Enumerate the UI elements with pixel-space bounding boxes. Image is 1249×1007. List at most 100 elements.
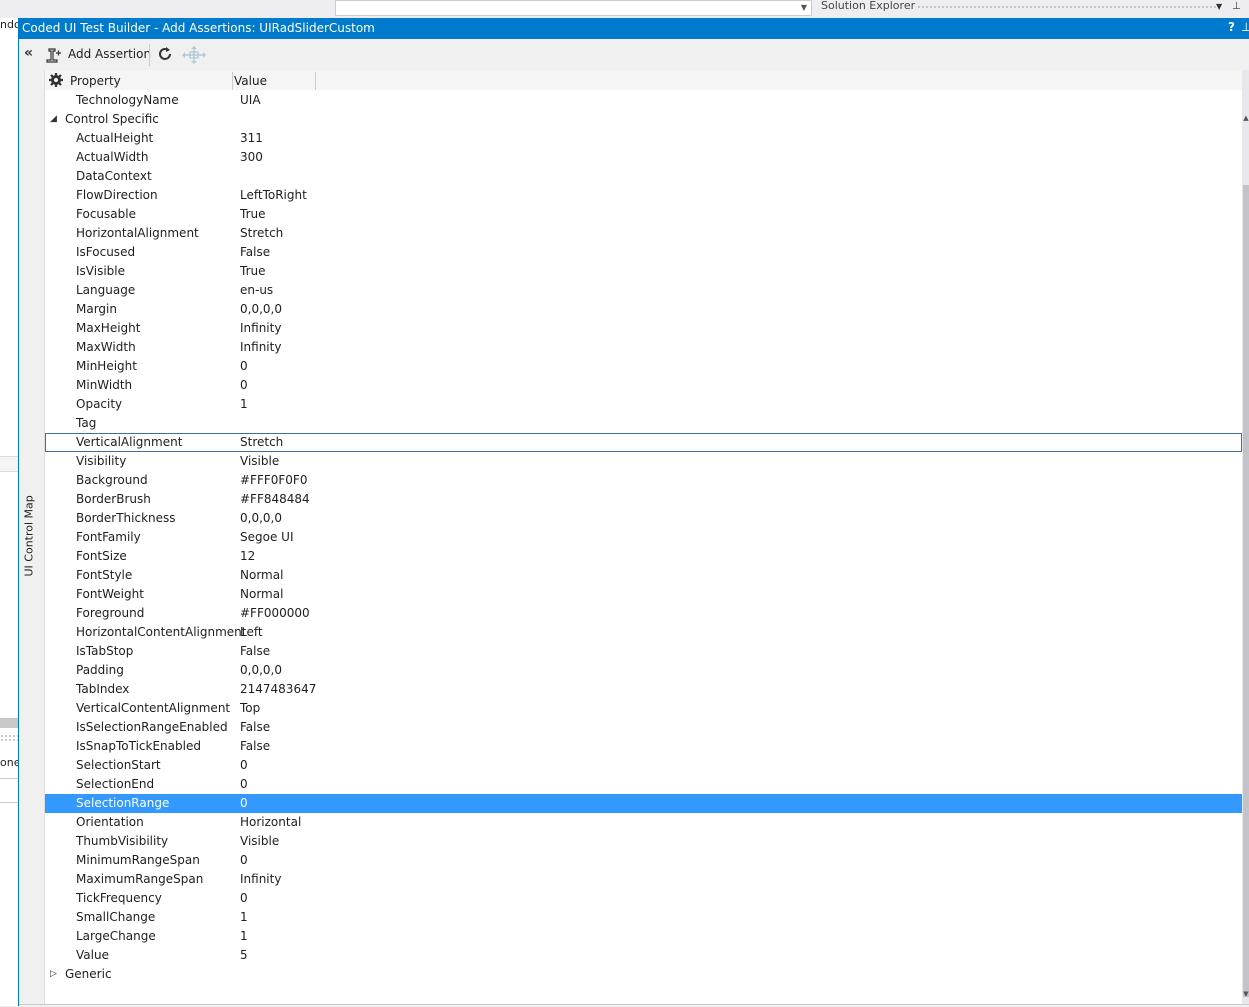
property-row[interactable]: MaxWidth Infinity bbox=[45, 338, 1242, 357]
property-row[interactable]: FontSize 12 bbox=[45, 547, 1242, 566]
property-row[interactable]: ActualHeight 311 bbox=[45, 129, 1242, 148]
expanded-triangle-icon[interactable]: ◢ bbox=[50, 110, 57, 128]
dialog-title-bar[interactable]: Coded UI Test Builder - Add Assertions: … bbox=[19, 18, 1249, 39]
property-row[interactable]: SelectionEnd 0 bbox=[45, 775, 1242, 794]
ui-control-map-tab[interactable]: UI Control Map bbox=[19, 70, 45, 1004]
property-row[interactable]: LargeChange 1 bbox=[45, 927, 1242, 946]
property-name: Language bbox=[76, 283, 136, 297]
property-value: UIA bbox=[240, 93, 261, 107]
property-row[interactable]: TechnologyName UIA bbox=[45, 91, 1242, 110]
ide-left-splitter[interactable] bbox=[0, 718, 18, 728]
scrollbar-thumb[interactable] bbox=[1243, 185, 1249, 997]
property-name: TickFrequency bbox=[76, 891, 162, 905]
property-value: 0,0,0,0 bbox=[240, 302, 282, 316]
refresh-icon[interactable] bbox=[157, 46, 173, 62]
property-name: Orientation bbox=[76, 815, 144, 829]
pin-icon[interactable]: ⊥ bbox=[1241, 20, 1249, 34]
chevron-down-icon[interactable]: ▼ bbox=[1216, 0, 1222, 14]
property-row[interactable]: MaxHeight Infinity bbox=[45, 319, 1242, 338]
scroll-up-icon[interactable]: ▲ bbox=[1242, 114, 1249, 122]
crosshair-icon[interactable] bbox=[179, 45, 209, 65]
property-row[interactable]: Orientation Horizontal bbox=[45, 813, 1242, 832]
property-row[interactable]: DataContext bbox=[45, 167, 1242, 186]
toolbar: « Add Assertion bbox=[19, 39, 1249, 70]
property-name: IsTabStop bbox=[76, 644, 134, 658]
property-name: SelectionEnd bbox=[76, 777, 155, 791]
solution-explorer-header[interactable]: Solution Explorer ▼ ⊥ bbox=[812, 0, 1249, 18]
property-name: IsSelectionRangeEnabled bbox=[76, 720, 228, 734]
help-button[interactable]: ? bbox=[1228, 20, 1235, 34]
property-row[interactable]: TickFrequency 0 bbox=[45, 889, 1242, 908]
property-row[interactable]: SelectionRange 0 bbox=[45, 794, 1242, 813]
property-value: Infinity bbox=[240, 872, 282, 886]
property-row[interactable]: FontFamily Segoe UI bbox=[45, 528, 1242, 547]
collapse-icon[interactable]: « bbox=[24, 45, 33, 61]
property-row[interactable]: VerticalAlignment Stretch bbox=[45, 433, 1242, 452]
property-row[interactable]: MaximumRangeSpan Infinity bbox=[45, 870, 1242, 889]
chevron-down-icon[interactable]: ▼ bbox=[801, 1, 807, 15]
property-row[interactable]: IsSnapToTickEnabled False bbox=[45, 737, 1242, 756]
column-resize-handle[interactable] bbox=[232, 72, 233, 90]
divider bbox=[0, 778, 18, 779]
property-value: 1 bbox=[240, 397, 248, 411]
property-row[interactable]: BorderBrush #FF848484 bbox=[45, 490, 1242, 509]
scroll-down-icon[interactable]: ▼ bbox=[1242, 990, 1249, 998]
column-header-property[interactable]: Property bbox=[70, 74, 121, 88]
property-row[interactable]: TabIndex 2147483647 bbox=[45, 680, 1242, 699]
pin-icon[interactable]: ⊥ bbox=[1232, 0, 1241, 14]
property-row[interactable]: HorizontalContentAlignment Left bbox=[45, 623, 1242, 642]
property-row[interactable]: Language en-us bbox=[45, 281, 1242, 300]
property-row[interactable]: FlowDirection LeftToRight bbox=[45, 186, 1242, 205]
property-value: 0 bbox=[240, 777, 248, 791]
property-rows: TechnologyName UIA ◢ Control Specific Actual… bbox=[45, 91, 1242, 984]
gear-icon[interactable] bbox=[48, 72, 64, 88]
property-row[interactable]: Foreground #FF000000 bbox=[45, 604, 1242, 623]
property-row[interactable]: VerticalContentAlignment Top bbox=[45, 699, 1242, 718]
add-assertion-icon[interactable] bbox=[46, 47, 62, 63]
property-row[interactable]: MinimumRangeSpan 0 bbox=[45, 851, 1242, 870]
collapsed-triangle-icon[interactable]: ▷ bbox=[50, 965, 57, 983]
property-row[interactable]: FontWeight Normal bbox=[45, 585, 1242, 604]
property-value: False bbox=[240, 739, 271, 753]
category-row[interactable]: ▷ Generic bbox=[45, 965, 1242, 984]
property-row[interactable]: SelectionStart 0 bbox=[45, 756, 1242, 775]
property-name: IsFocused bbox=[76, 245, 136, 259]
property-row[interactable]: IsVisible True bbox=[45, 262, 1242, 281]
property-row[interactable]: IsSelectionRangeEnabled False bbox=[45, 718, 1242, 737]
column-header-value[interactable]: Value bbox=[234, 74, 267, 88]
property-row[interactable]: Tag bbox=[45, 414, 1242, 433]
ide-combo-box[interactable]: ▼ bbox=[335, 0, 812, 16]
property-name: IsVisible bbox=[76, 264, 125, 278]
property-name: FlowDirection bbox=[76, 188, 158, 202]
category-row[interactable]: ◢ Control Specific bbox=[45, 110, 1242, 129]
property-row[interactable]: HorizontalAlignment Stretch bbox=[45, 224, 1242, 243]
property-name: Margin bbox=[76, 302, 117, 316]
property-value: #FF848484 bbox=[240, 492, 310, 506]
property-row[interactable]: Margin 0,0,0,0 bbox=[45, 300, 1242, 319]
property-row[interactable]: FontStyle Normal bbox=[45, 566, 1242, 585]
property-row[interactable]: MinWidth 0 bbox=[45, 376, 1242, 395]
property-row[interactable]: ThumbVisibility Visible bbox=[45, 832, 1242, 851]
property-value: Stretch bbox=[240, 226, 284, 240]
property-value: 12 bbox=[240, 549, 256, 563]
property-value: Infinity bbox=[240, 321, 282, 335]
property-row[interactable]: Padding 0,0,0,0 bbox=[45, 661, 1242, 680]
property-row[interactable]: SmallChange 1 bbox=[45, 908, 1242, 927]
add-assertion-button[interactable]: Add Assertion bbox=[68, 47, 151, 61]
vertical-scrollbar[interactable]: ▲ ▼ bbox=[1242, 70, 1249, 1004]
property-row[interactable]: ActualWidth 300 bbox=[45, 148, 1242, 167]
add-assertions-dialog: Coded UI Test Builder - Add Assertions: … bbox=[18, 18, 1249, 1007]
property-row[interactable]: IsTabStop False bbox=[45, 642, 1242, 661]
property-row[interactable]: BorderThickness 0,0,0,0 bbox=[45, 509, 1242, 528]
column-resize-handle[interactable] bbox=[315, 72, 316, 90]
property-name: FontWeight bbox=[76, 587, 144, 601]
property-name: LargeChange bbox=[76, 929, 156, 943]
property-row[interactable]: Value 5 bbox=[45, 946, 1242, 965]
property-row[interactable]: Visibility Visible bbox=[45, 452, 1242, 471]
property-row[interactable]: Background #FFF0F0F0 bbox=[45, 471, 1242, 490]
property-row[interactable]: MinHeight 0 bbox=[45, 357, 1242, 376]
property-row[interactable]: Opacity 1 bbox=[45, 395, 1242, 414]
property-value: Normal bbox=[240, 568, 284, 582]
property-row[interactable]: IsFocused False bbox=[45, 243, 1242, 262]
property-row[interactable]: Focusable True bbox=[45, 205, 1242, 224]
